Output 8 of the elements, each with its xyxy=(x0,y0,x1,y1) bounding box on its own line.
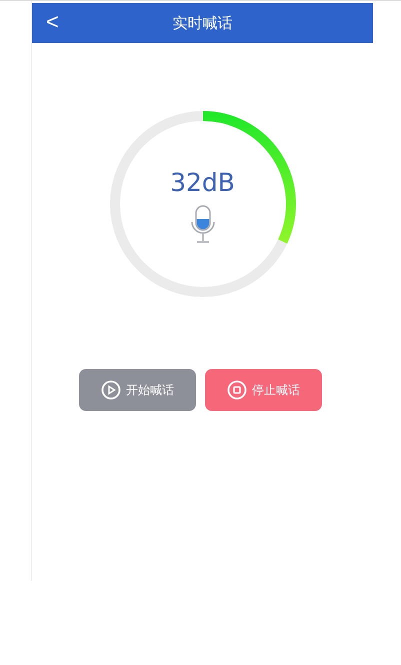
stop-button[interactable]: 停止喊话 xyxy=(205,369,322,411)
stop-icon xyxy=(227,380,247,400)
decibel-reading: 32dB xyxy=(170,168,235,197)
microphone-icon xyxy=(190,205,216,245)
play-icon xyxy=(101,380,121,400)
page-title: 实时喊话 xyxy=(172,14,232,32)
back-button[interactable]: < xyxy=(40,8,65,36)
start-button[interactable]: 开始喊话 xyxy=(79,369,196,411)
